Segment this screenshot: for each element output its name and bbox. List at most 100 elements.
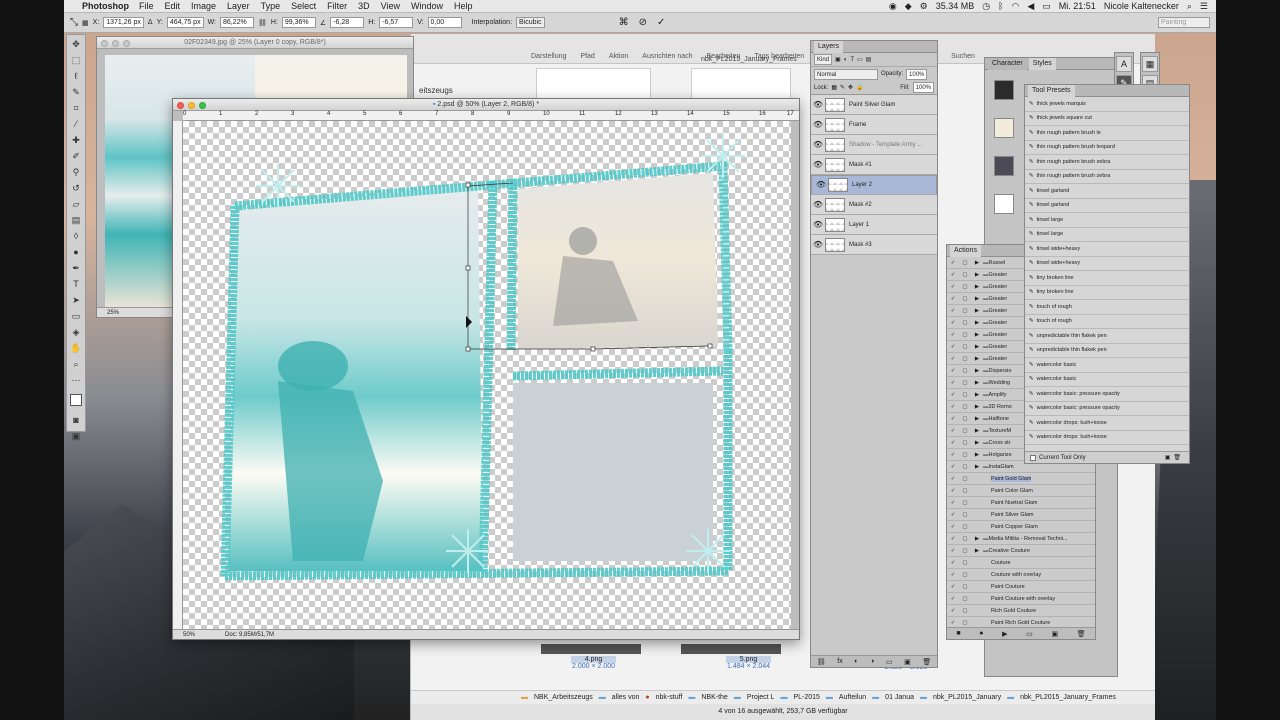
- dialog-toggle-icon[interactable]: ▢: [959, 272, 971, 278]
- preset-item[interactable]: ✎ tiny broken line: [1025, 286, 1189, 300]
- disclosure-triangle-icon[interactable]: ▶: [971, 344, 983, 350]
- dialog-toggle-icon[interactable]: ▢: [959, 464, 971, 470]
- history-panel-icon[interactable]: ▦: [1142, 56, 1158, 72]
- layer-row[interactable]: 👁 Layer 1: [811, 215, 937, 235]
- trash-icon[interactable]: 🗑: [922, 658, 931, 666]
- finder-file-thumb[interactable]: [681, 644, 781, 654]
- play-icon[interactable]: ▶: [1002, 630, 1007, 638]
- path-item[interactable]: NBK_Arbeitszeugs: [534, 694, 593, 701]
- memory-icon[interactable]: ⚙: [920, 1, 928, 12]
- dialog-toggle-icon[interactable]: ▢: [959, 380, 971, 386]
- action-checkmark-icon[interactable]: ✓: [947, 356, 959, 362]
- finder-tool-arrange[interactable]: Ausrichten nach: [642, 53, 692, 60]
- quick-mask-icon[interactable]: ◙: [68, 413, 84, 427]
- action-item[interactable]: ✓ ▢ Paint Couture with overlay: [947, 593, 1095, 605]
- visibility-eye-icon[interactable]: 👁: [811, 120, 825, 129]
- style-swatch[interactable]: [994, 80, 1014, 100]
- cancel-transform-icon[interactable]: ⊘: [639, 17, 647, 28]
- action-item[interactable]: ✓ ▢ Paint Color Glam: [947, 485, 1095, 497]
- disclosure-triangle-icon[interactable]: ▶: [971, 452, 983, 458]
- tab-tool-presets[interactable]: Tool Presets: [1028, 85, 1075, 97]
- dialog-toggle-icon[interactable]: ▢: [959, 596, 971, 602]
- pen-tool-icon[interactable]: ✒: [68, 261, 84, 275]
- layer-row[interactable]: 👁 Mask #3: [811, 235, 937, 255]
- preset-item[interactable]: ✎ tinsel garland: [1025, 184, 1189, 199]
- action-item[interactable]: ✓ ▢ Paint Gold Glam: [947, 473, 1095, 485]
- action-checkmark-icon[interactable]: ✓: [947, 608, 959, 614]
- menu-file[interactable]: File: [139, 1, 154, 11]
- preset-item[interactable]: ✎ tinsel garland: [1025, 199, 1189, 213]
- preset-item[interactable]: ✎ watercolor basic: [1025, 373, 1189, 387]
- disclosure-triangle-icon[interactable]: ▶: [971, 356, 983, 362]
- preset-item[interactable]: ✎ thin rough pattern brush zebra: [1025, 155, 1189, 170]
- layer-row-selected[interactable]: 👁 Layer 2: [811, 175, 937, 195]
- dropbox-icon[interactable]: ◆: [905, 1, 912, 12]
- action-checkmark-icon[interactable]: ✓: [947, 500, 959, 506]
- visibility-eye-icon[interactable]: 👁: [811, 200, 825, 209]
- path-item[interactable]: Aufteilun: [839, 694, 866, 701]
- tab-character[interactable]: Character: [988, 58, 1027, 70]
- lock-move-icon[interactable]: ✥: [848, 84, 853, 91]
- finder-tool-view[interactable]: Darstellung: [531, 53, 566, 60]
- path-item[interactable]: Project L: [747, 694, 775, 701]
- hand-tool-icon[interactable]: ✋: [68, 341, 84, 355]
- new-layer-icon[interactable]: ▣: [904, 658, 911, 666]
- dialog-toggle-icon[interactable]: ▢: [959, 284, 971, 290]
- menu-select[interactable]: Select: [291, 1, 316, 11]
- tab-styles[interactable]: Styles: [1028, 58, 1056, 70]
- action-checkmark-icon[interactable]: ✓: [947, 488, 959, 494]
- preset-item[interactable]: ✎ watercolor basic: pressure opacity: [1025, 402, 1189, 416]
- doc-main-titlebar[interactable]: ▪ 2.psd @ 50% (Layer 2, RGB/8) *: [173, 99, 799, 111]
- dialog-toggle-icon[interactable]: ▢: [959, 488, 971, 494]
- warp-icon[interactable]: ⌘: [619, 17, 629, 28]
- visibility-eye-icon[interactable]: 👁: [811, 160, 825, 169]
- dialog-toggle-icon[interactable]: ▢: [959, 440, 971, 446]
- add-mask-icon[interactable]: ◐: [854, 658, 858, 665]
- preset-item[interactable]: ✎ tinsel large: [1025, 228, 1189, 242]
- menu-window[interactable]: Window: [411, 1, 443, 11]
- new-preset-icon[interactable]: ▣: [1165, 454, 1171, 461]
- disclosure-triangle-icon[interactable]: ▶: [971, 332, 983, 338]
- stop-icon[interactable]: ■: [956, 630, 960, 637]
- quick-select-tool-icon[interactable]: ✎: [68, 85, 84, 99]
- preset-item[interactable]: ✎ tinsel wide+heavy: [1025, 242, 1189, 257]
- action-checkmark-icon[interactable]: ✓: [947, 284, 959, 290]
- move-tool-icon[interactable]: ✥: [68, 37, 84, 51]
- dialog-toggle-icon[interactable]: ▢: [959, 392, 971, 398]
- filter-pixel-icon[interactable]: ▣: [835, 56, 841, 63]
- path-item[interactable]: alles von: [612, 694, 640, 701]
- disclosure-triangle-icon[interactable]: ▶: [971, 260, 983, 266]
- action-item[interactable]: ✓ ▢ Couture: [947, 557, 1095, 569]
- dialog-toggle-icon[interactable]: ▢: [959, 536, 971, 542]
- bell-icon[interactable]: ◉: [889, 1, 897, 12]
- dialog-toggle-icon[interactable]: ▢: [959, 500, 971, 506]
- disclosure-triangle-icon[interactable]: ▶: [971, 428, 983, 434]
- gradient-tool-icon[interactable]: ▤: [68, 213, 84, 227]
- dialog-toggle-icon[interactable]: ▢: [959, 620, 971, 626]
- vertical-ruler[interactable]: [173, 121, 183, 629]
- menu-3d[interactable]: 3D: [358, 1, 370, 11]
- visibility-eye-icon[interactable]: 👁: [814, 180, 828, 190]
- path-item[interactable]: 01 Janua: [885, 694, 914, 701]
- dialog-toggle-icon[interactable]: ▢: [959, 416, 971, 422]
- action-item[interactable]: ✓ ▢ ▶ ▬ Media Militia - Removal Techni...: [947, 533, 1095, 545]
- new-set-icon[interactable]: ▭: [1026, 630, 1033, 638]
- disclosure-triangle-icon[interactable]: ▶: [971, 380, 983, 386]
- document-canvas[interactable]: [183, 121, 791, 629]
- eyedropper-tool-icon[interactable]: ⁄: [68, 117, 84, 131]
- delta-icon[interactable]: Δ: [148, 19, 153, 26]
- action-checkmark-icon[interactable]: ✓: [947, 320, 959, 326]
- interpolation-select[interactable]: Bicubic: [516, 17, 545, 28]
- hskew-field[interactable]: -6,57: [379, 17, 414, 28]
- stamp-tool-icon[interactable]: ⚲: [68, 165, 84, 179]
- disclosure-triangle-icon[interactable]: ▶: [971, 416, 983, 422]
- reference-point-icon[interactable]: ▦: [82, 19, 89, 27]
- disclosure-triangle-icon[interactable]: ▶: [971, 308, 983, 314]
- dialog-toggle-icon[interactable]: ▢: [959, 476, 971, 482]
- menubar-clock[interactable]: Mi. 21:51: [1059, 1, 1096, 11]
- action-checkmark-icon[interactable]: ✓: [947, 440, 959, 446]
- path-select-tool-icon[interactable]: ➤: [68, 293, 84, 307]
- action-checkmark-icon[interactable]: ✓: [947, 620, 959, 626]
- filter-smart-icon[interactable]: ▤: [866, 56, 872, 63]
- disclosure-triangle-icon[interactable]: ▶: [971, 440, 983, 446]
